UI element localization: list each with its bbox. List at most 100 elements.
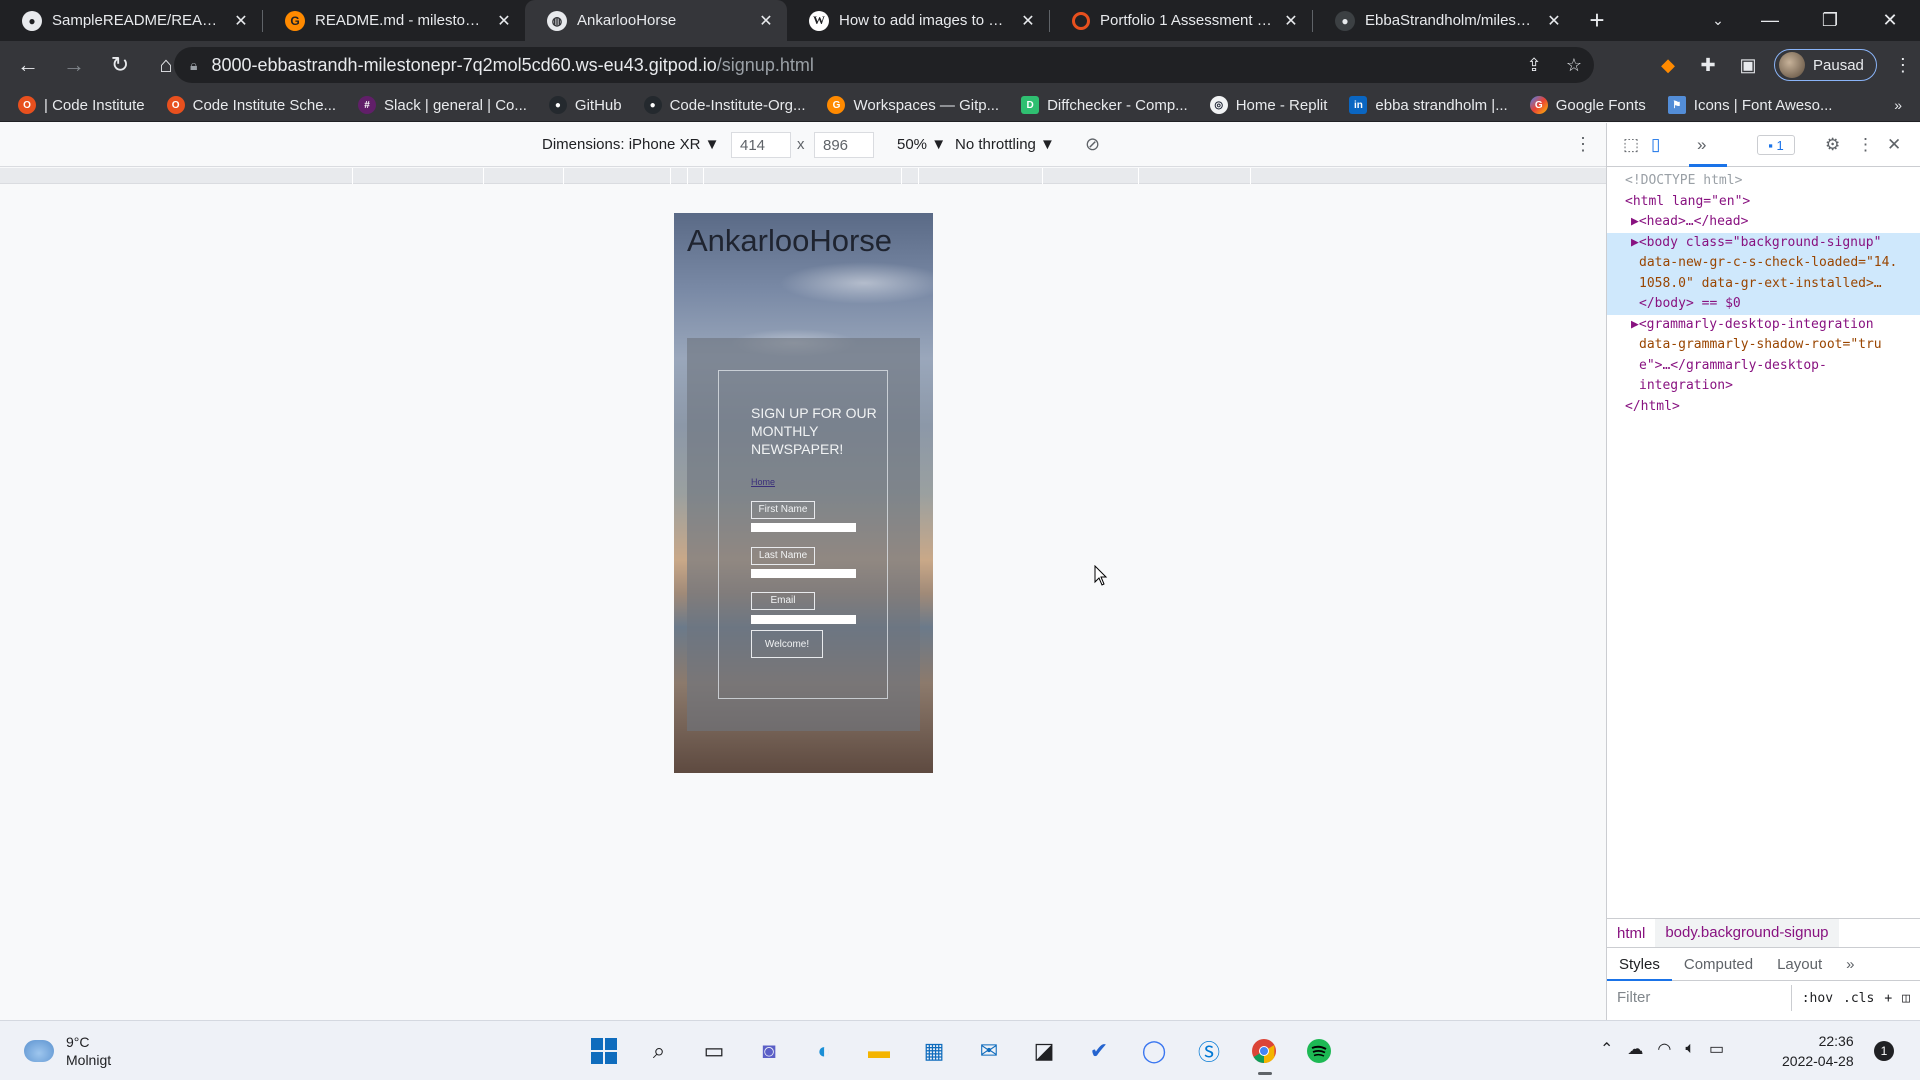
styles-filter-input[interactable]: Filter (1607, 985, 1792, 1011)
last-name-input[interactable] (751, 569, 856, 578)
profile-button[interactable]: Pausad (1774, 49, 1877, 81)
reload-icon[interactable]: ↻ (100, 45, 140, 85)
breadcrumb-html[interactable]: html (1607, 925, 1655, 942)
tab-portfolio-assessment[interactable]: Portfolio 1 Assessment Gui ✕ (1050, 0, 1312, 41)
microsoft-store-icon[interactable]: ▦ (914, 1031, 954, 1071)
chrome-menu-icon[interactable]: ⋮ (1883, 45, 1920, 85)
battery-icon[interactable]: ▭ (1709, 1039, 1724, 1059)
signal-icon[interactable]: ◯ (1134, 1031, 1174, 1071)
devtools-close-icon[interactable]: ✕ (1887, 135, 1901, 155)
file-explorer-icon[interactable]: ▬ (859, 1031, 899, 1071)
lock-icon[interactable]: 🔒︎ (190, 57, 197, 74)
tab-ebbastrandholm-milestone[interactable]: ● EbbaStrandholm/milestone ✕ (1313, 0, 1575, 41)
tab-search-icon[interactable]: ⌄ (1706, 8, 1730, 32)
cls-toggle[interactable]: .cls (1843, 991, 1874, 1006)
skype-icon[interactable]: Ⓢ (1189, 1031, 1229, 1071)
close-icon[interactable]: ✕ (230, 10, 252, 32)
teams-chat-icon[interactable]: ◙ (749, 1031, 789, 1071)
bookmark-code-institute[interactable]: O | Code Institute (18, 96, 145, 114)
close-icon[interactable]: ✕ (1017, 10, 1039, 32)
forward-icon[interactable]: → (54, 45, 94, 85)
tab-layout[interactable]: Layout (1765, 949, 1834, 981)
zoom-select[interactable]: 50% ▼ (897, 136, 946, 153)
throttling-select[interactable]: No throttling ▼ (955, 136, 1055, 153)
tray-overflow-icon[interactable]: ⌃ (1600, 1039, 1613, 1059)
task-view-icon[interactable]: ▭ (694, 1031, 734, 1071)
bookmark-replit[interactable]: ◎ Home - Replit (1209, 96, 1327, 114)
restore-icon[interactable]: ❐ (1800, 0, 1860, 41)
breadcrumb-body[interactable]: body.background-signup (1655, 919, 1839, 947)
share-icon[interactable]: ⇪ (1514, 55, 1554, 76)
bookmark-github[interactable]: ● GitHub (548, 96, 622, 114)
bookmark-linkedin[interactable]: in ebba strandholm |... (1349, 96, 1508, 114)
dom-node[interactable]: data-grammarly-shadow-root="tru (1607, 335, 1920, 356)
dom-node-selected[interactable]: 1058.0" data-gr-ext-installed>… (1607, 273, 1920, 294)
volume-icon[interactable]: 🔈︎ (1685, 1040, 1695, 1058)
dom-node[interactable]: <html lang="en"> (1607, 192, 1920, 213)
gitpod-extension-icon[interactable]: ◆ (1648, 45, 1688, 85)
bookmark-font-awesome[interactable]: ⚑ Icons | Font Aweso... (1667, 96, 1832, 114)
computed-sidebar-icon[interactable]: ◫ (1902, 991, 1910, 1006)
close-icon[interactable]: ✕ (493, 10, 515, 32)
bookmarks-overflow-icon[interactable]: » (1894, 97, 1902, 113)
search-icon[interactable]: ⌕ (639, 1031, 679, 1071)
windows-start-icon[interactable] (584, 1031, 624, 1071)
bookmark-google-fonts[interactable]: G Google Fonts (1529, 96, 1646, 114)
tab-ankarloohorse[interactable]: ◍ AnkarlooHorse ✕ (525, 0, 787, 41)
bookmark-gitpod-workspaces[interactable]: G Workspaces — Gitp... (827, 96, 999, 114)
device-dimensions-select[interactable]: Dimensions: iPhone XR ▼ (542, 136, 719, 153)
first-name-input[interactable] (751, 523, 856, 532)
welcome-submit-button[interactable]: Welcome! (751, 630, 823, 658)
back-icon[interactable]: ← (8, 45, 48, 85)
weather-widget[interactable]: 9°C Molnigt (24, 1033, 111, 1069)
dom-node[interactable]: e">…</grammarly-desktop- (1607, 356, 1920, 377)
side-panel-icon[interactable]: ▣ (1728, 45, 1768, 85)
device-toolbar-menu-icon[interactable]: ⋮ (1574, 134, 1592, 155)
bookmark-diffchecker[interactable]: D Diffchecker - Comp... (1021, 96, 1188, 114)
email-input[interactable] (751, 615, 856, 624)
dom-node[interactable]: integration> (1607, 376, 1920, 397)
chrome-icon[interactable] (1244, 1031, 1284, 1075)
dom-node-selected[interactable]: ▶<body class="background-signup" (1607, 232, 1920, 253)
more-panels-icon[interactable]: » (1697, 135, 1706, 155)
dom-node-selected[interactable]: </body> == $0 (1607, 294, 1920, 315)
device-height-input[interactable]: 896 (814, 132, 874, 158)
window-close-icon[interactable]: ✕ (1860, 0, 1920, 41)
dom-node[interactable]: </html> (1607, 397, 1920, 418)
tab-more[interactable]: » (1834, 949, 1866, 981)
close-icon[interactable]: ✕ (1543, 10, 1565, 32)
new-tab-button[interactable]: + (1575, 0, 1619, 41)
sticky-notes-icon[interactable]: ◪ (1024, 1031, 1064, 1071)
home-link[interactable]: Home (751, 477, 775, 487)
tab-styles[interactable]: Styles (1607, 949, 1672, 981)
wifi-icon[interactable]: ◠ (1657, 1039, 1671, 1059)
dom-node[interactable]: ▶<head>…</head> (1607, 212, 1920, 233)
device-width-input[interactable]: 414 (731, 132, 791, 158)
devtools-menu-icon[interactable]: ⋮ (1857, 135, 1874, 155)
rotate-icon[interactable]: ⊘ (1085, 134, 1100, 155)
tab-readme-milestone[interactable]: G README.md - milestone-p ✕ (263, 0, 525, 41)
bookmark-star-icon[interactable]: ☆ (1554, 55, 1594, 76)
taskbar-clock[interactable]: 22:36 2022-04-28 (1782, 1031, 1854, 1071)
device-toggle-icon[interactable]: ▯ (1651, 135, 1660, 155)
bookmark-code-institute-schedule[interactable]: O Code Institute Sche... (166, 96, 336, 114)
dom-node[interactable]: <!DOCTYPE html> (1607, 171, 1920, 192)
edge-icon[interactable]: ◐ (804, 1031, 844, 1071)
hov-toggle[interactable]: :hov (1802, 991, 1833, 1006)
tab-computed[interactable]: Computed (1672, 949, 1765, 981)
close-icon[interactable]: ✕ (755, 10, 777, 32)
new-style-rule-icon[interactable]: + (1884, 991, 1892, 1006)
mail-icon[interactable]: ✉ (969, 1031, 1009, 1071)
dom-node[interactable]: ▶<grammarly-desktop-integration (1607, 315, 1920, 336)
spotify-icon[interactable] (1299, 1031, 1339, 1071)
bookmark-code-institute-org[interactable]: ● Code-Institute-Org... (643, 96, 805, 114)
extensions-puzzle-icon[interactable]: ✚ (1688, 45, 1728, 85)
address-bar[interactable]: 🔒︎ 8000-ebbastrandh-milestonepr-7q2mol5c… (174, 47, 1594, 83)
todo-icon[interactable]: ✔ (1079, 1031, 1119, 1071)
issues-badge[interactable]: ▪ 1 (1757, 135, 1795, 155)
onedrive-icon[interactable]: ☁ (1627, 1039, 1643, 1059)
settings-gear-icon[interactable]: ⚙ (1825, 135, 1840, 155)
close-icon[interactable]: ✕ (1280, 10, 1302, 32)
site-title[interactable]: AnkarlooHorse (687, 223, 892, 259)
media-query-ruler[interactable] (0, 168, 1606, 184)
